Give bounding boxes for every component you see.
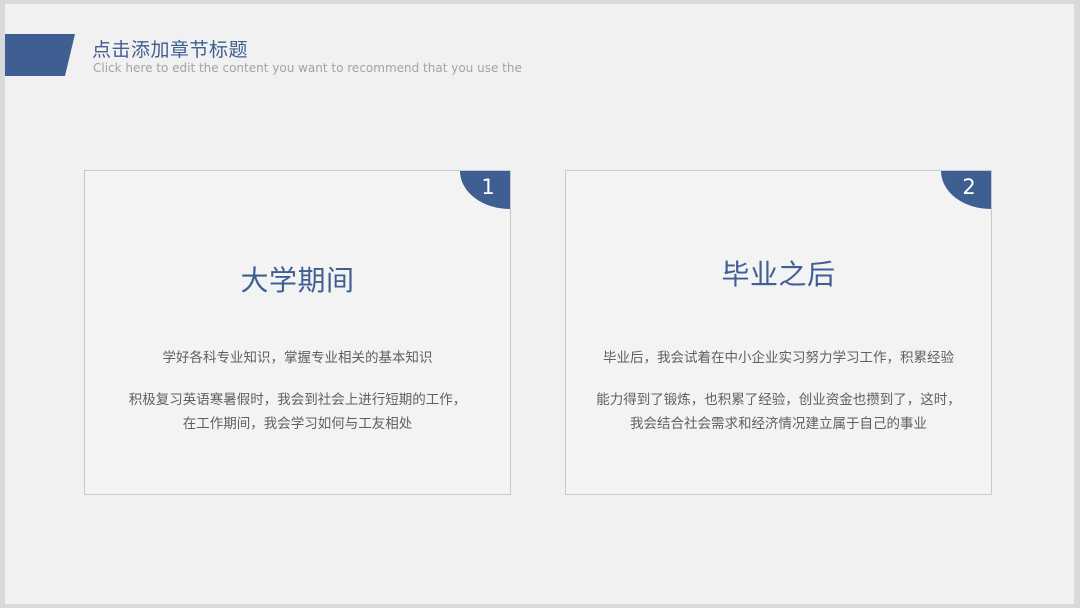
card-number: 1 xyxy=(481,175,495,199)
slide: 点击添加章节标题 Click here to edit the content … xyxy=(5,4,1074,604)
section-title[interactable]: 点击添加章节标题 xyxy=(92,35,248,62)
header-accent-bar xyxy=(5,34,75,76)
card-title[interactable]: 大学期间 xyxy=(85,259,510,299)
card-after-graduation: 2 毕业之后 毕业后，我会试着在中小企业实习努力学习工作，积累经验 能力得到了锻… xyxy=(565,170,992,495)
card-title[interactable]: 毕业之后 xyxy=(566,253,991,293)
section-subtitle[interactable]: Click here to edit the content you want … xyxy=(93,61,522,75)
card-text-line[interactable]: 我会结合社会需求和经济情况建立属于自己的事业 xyxy=(566,412,991,436)
card-text-line[interactable]: 积极复习英语寒暑假时，我会到社会上进行短期的工作， xyxy=(85,388,510,412)
card-text-line[interactable]: 学好各科专业知识，掌握专业相关的基本知识 xyxy=(85,346,510,370)
card-university: 1 大学期间 学好各科专业知识，掌握专业相关的基本知识 积极复习英语寒暑假时，我… xyxy=(84,170,511,495)
card-text-line[interactable]: 毕业后，我会试着在中小企业实习努力学习工作，积累经验 xyxy=(566,346,991,370)
card-text-line[interactable]: 在工作期间，我会学习如何与工友相处 xyxy=(85,412,510,436)
card-text-line[interactable]: 能力得到了锻炼，也积累了经验，创业资金也攒到了，这时， xyxy=(566,388,991,412)
card-number: 2 xyxy=(962,175,976,199)
